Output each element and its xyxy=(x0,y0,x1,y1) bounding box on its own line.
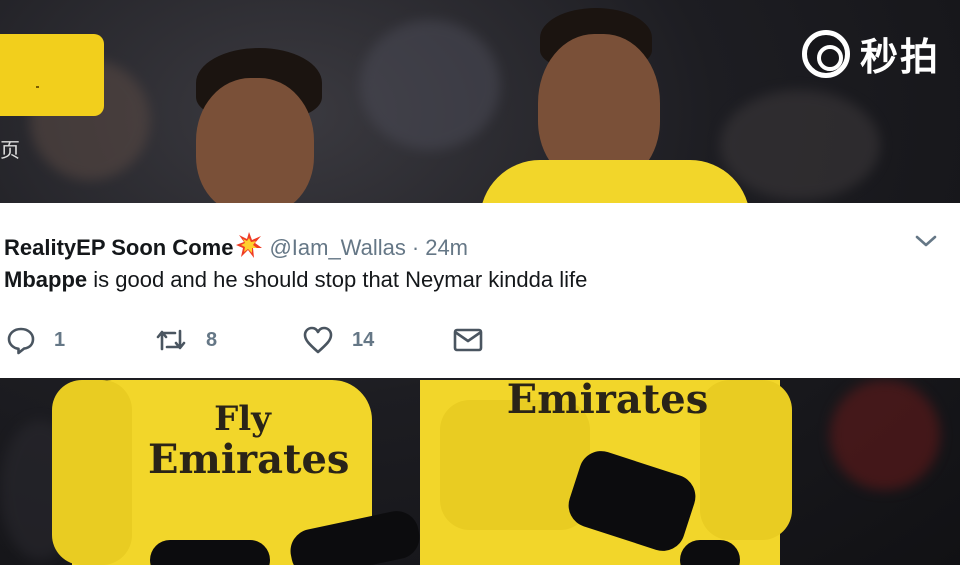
yellow-overlay-tag xyxy=(0,34,104,116)
crowd-blur xyxy=(360,20,500,150)
side-character: 页 xyxy=(0,140,20,162)
player-sleeve xyxy=(700,380,792,540)
kit-sponsor-line1: Fly xyxy=(214,399,271,439)
like-button[interactable]: 14 xyxy=(302,325,374,355)
retweet-button[interactable]: 8 xyxy=(154,325,217,355)
tweet-header: RealityEP Soon Come @Iam_Wallas · 24m xyxy=(4,227,468,261)
kit-sponsor: Emirates xyxy=(506,376,709,423)
tweet-text: Mbappe is good and he should stop that N… xyxy=(4,267,587,293)
tweet-text-mention: Mbappe xyxy=(4,267,88,292)
player-glove xyxy=(150,540,270,565)
watermark-label: 秒拍 xyxy=(859,35,940,79)
tag-dot xyxy=(36,86,39,88)
player-sleeve xyxy=(52,380,132,565)
user-handle[interactable]: @Iam_Wallas xyxy=(269,235,405,261)
tweet-card[interactable]: RealityEP Soon Come @Iam_Wallas · 24m Mb… xyxy=(0,203,960,378)
retweet-count: 8 xyxy=(206,328,218,351)
crowd-blur xyxy=(720,90,880,200)
reply-button[interactable]: 1 xyxy=(6,325,65,355)
kit-sponsor-line2: Emirates xyxy=(148,436,350,483)
display-name[interactable]: RealityEP Soon Come xyxy=(4,235,233,261)
retweet-icon xyxy=(154,325,188,355)
player-face xyxy=(196,78,314,214)
player-glove xyxy=(680,540,740,565)
crowd-blur xyxy=(830,380,940,490)
reply-count: 1 xyxy=(54,328,66,351)
heart-icon xyxy=(302,325,334,355)
envelope-icon xyxy=(452,325,484,355)
tweet-text-body: is good and he should stop that Neymar k… xyxy=(87,267,588,292)
tweet-actions: 1 8 14 xyxy=(4,325,524,355)
miaopai-logo-icon xyxy=(801,29,850,78)
collision-icon xyxy=(235,231,263,259)
chevron-down-icon[interactable] xyxy=(914,233,938,249)
direct-message-button[interactable] xyxy=(452,325,484,355)
tweet-timestamp[interactable]: 24m xyxy=(425,235,468,261)
miaopai-watermark: 秒拍 xyxy=(801,26,940,81)
like-count: 14 xyxy=(352,328,375,351)
reply-icon xyxy=(6,325,36,355)
separator-dot: · xyxy=(411,235,420,260)
